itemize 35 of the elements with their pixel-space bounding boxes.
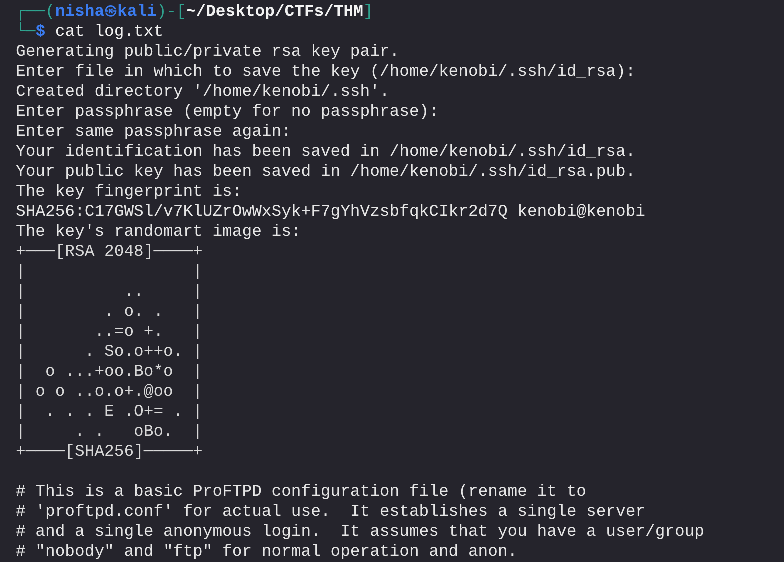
output-line: # "nobody" and "ftp" for normal operation and anon. bbox=[16, 542, 518, 562]
output-line: Generating public/private rsa key pair. bbox=[16, 42, 400, 62]
prompt-at-symbol: ㉿ bbox=[104, 3, 118, 21]
output-line: # 'proftpd.conf' for actual use. It establishes a single server bbox=[16, 502, 646, 522]
randomart-line: +───[RSA 2048]────+ bbox=[16, 242, 203, 262]
output-line: Your public key has been saved in /home/kenobi/.ssh/id_rsa.pub. bbox=[16, 162, 636, 182]
output-line: Your identification has been saved in /home/kenobi/.ssh/id_rsa. bbox=[16, 142, 636, 162]
output-line: # This is a basic ProFTPD configuration file (rename it to bbox=[16, 482, 586, 502]
randomart-line: | . So.o++o. | bbox=[16, 342, 203, 362]
output-line: # and a single anonymous login. It assumes that you have a user/group bbox=[16, 522, 705, 542]
prompt-user: kali bbox=[118, 2, 157, 22]
randomart-line: | o o ..o.o+.@oo | bbox=[16, 382, 203, 402]
randomart-line: | . . oBo. | bbox=[16, 422, 203, 442]
command-text: cat log.txt bbox=[54, 22, 164, 42]
output-line: The key's randomart image is: bbox=[16, 222, 302, 242]
prompt-path: ~/Desktop/CTFs/THM bbox=[186, 2, 364, 22]
prompt-user: nisha bbox=[55, 2, 105, 22]
randomart-line: +────[SHA256]─────+ bbox=[16, 442, 203, 462]
output-line: The key fingerprint is: bbox=[16, 182, 242, 202]
output-line: Created directory '/home/kenobi/.ssh'. bbox=[16, 82, 390, 102]
randomart-line: | . o. . | bbox=[16, 302, 203, 322]
prompt-frame: ] bbox=[363, 2, 374, 22]
prompt-frame: ┌──( bbox=[16, 2, 56, 22]
randomart-line: | .. | bbox=[16, 282, 203, 302]
output-line: SHA256:C17GWSl/v7KlUZrOwWxSyk+F7gYhVzsbfqkCIkr2d7Q kenobi@kenobi bbox=[16, 202, 646, 222]
randomart-line: | . . . E .O+= . | bbox=[16, 402, 203, 422]
output-line: Enter passphrase (empty for no passphrase): bbox=[16, 102, 439, 122]
randomart-line: | o ...+oo.Bo*o | bbox=[16, 362, 203, 382]
randomart-line: | ..=o +. | bbox=[16, 322, 203, 342]
prompt-symbol: $ bbox=[36, 22, 46, 42]
prompt-frame: └─ bbox=[16, 22, 36, 42]
output-line: Enter same passphrase again: bbox=[16, 122, 292, 142]
output-line: Enter file in which to save the key (/home/kenobi/.ssh/id_rsa): bbox=[16, 62, 636, 82]
prompt-frame: )-[ bbox=[156, 2, 186, 22]
randomart-line: | | bbox=[16, 262, 203, 282]
